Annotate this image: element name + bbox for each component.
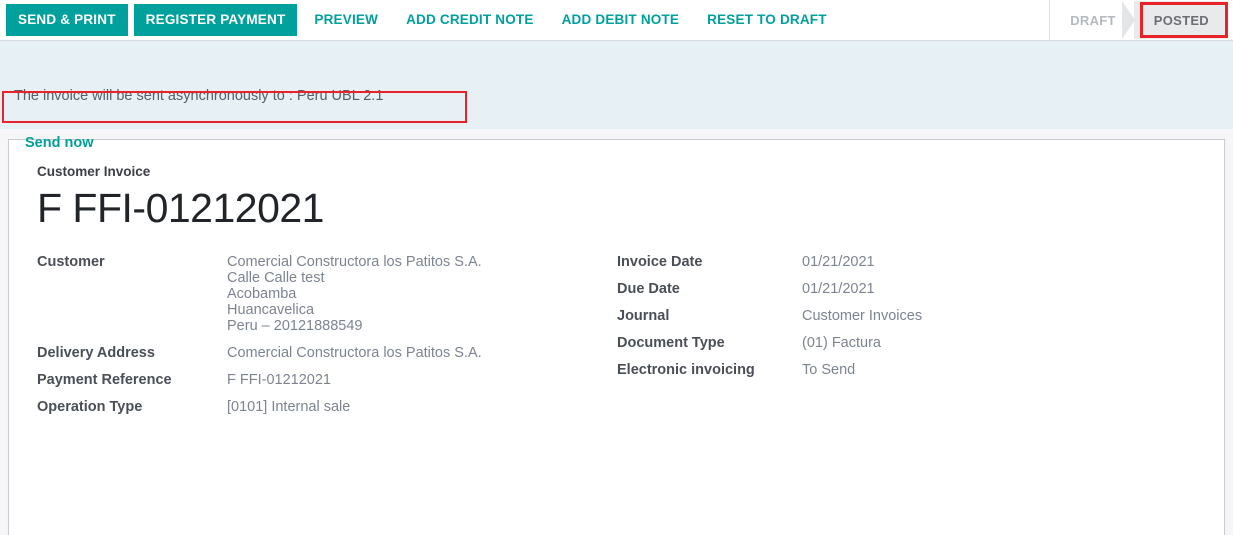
field-row-payment-reference: Payment Reference F FFI-01212021 — [37, 372, 482, 399]
field-row-due-date: Due Date 01/21/2021 — [617, 281, 922, 308]
invoice-sheet: Customer Invoice F FFI-01212021 Customer… — [8, 139, 1225, 535]
field-value-customer[interactable]: Comercial Constructora los Patitos S.A. … — [227, 254, 482, 345]
field-row-document-type: Document Type (01) Factura — [617, 335, 922, 362]
field-row-invoice-date: Invoice Date 01/21/2021 — [617, 254, 922, 281]
invoice-fields: Customer Comercial Constructora los Pati… — [31, 254, 1202, 426]
sheet-subtitle: Customer Invoice — [37, 164, 1202, 179]
field-row-electronic-invoicing: Electronic invoicing To Send — [617, 362, 922, 389]
send-and-print-button[interactable]: SEND & PRINT — [6, 4, 128, 36]
add-credit-note-button[interactable]: ADD CREDIT NOTE — [395, 4, 545, 36]
field-label-operation-type: Operation Type — [37, 399, 227, 426]
customer-address-street: Calle Calle test — [227, 270, 482, 286]
reset-to-draft-button[interactable]: RESET TO DRAFT — [696, 4, 838, 36]
add-debit-note-button[interactable]: ADD DEBIT NOTE — [551, 4, 691, 36]
field-label-journal: Journal — [617, 308, 802, 335]
status-item-posted-label: POSTED — [1154, 13, 1209, 28]
field-label-electronic-invoicing: Electronic invoicing — [617, 362, 802, 389]
banner-message: The invoice will be sent asynchronously … — [14, 88, 383, 104]
fields-column-right: Invoice Date 01/21/2021 Due Date 01/21/2… — [617, 254, 1177, 426]
field-value-operation-type[interactable]: [0101] Internal sale — [227, 399, 482, 426]
field-row-customer: Customer Comercial Constructora los Pati… — [37, 254, 482, 345]
status-bar: DRAFT POSTED — [1049, 0, 1233, 40]
field-label-document-type: Document Type — [617, 335, 802, 362]
control-panel: SEND & PRINT REGISTER PAYMENT PREVIEW AD… — [0, 0, 1233, 41]
status-item-draft[interactable]: DRAFT — [1050, 1, 1134, 39]
chevron-right-icon — [1122, 1, 1135, 39]
field-label-due-date: Due Date — [617, 281, 802, 308]
field-row-journal: Journal Customer Invoices — [617, 308, 922, 335]
field-label-delivery-address: Delivery Address — [37, 345, 227, 372]
field-value-electronic-invoicing: To Send — [802, 362, 922, 389]
field-label-customer: Customer — [37, 254, 227, 345]
fields-column-left: Customer Comercial Constructora los Pati… — [37, 254, 617, 426]
field-value-invoice-date[interactable]: 01/21/2021 — [802, 254, 922, 281]
customer-address-city: Acobamba — [227, 286, 482, 302]
field-value-payment-reference[interactable]: F FFI-01212021 — [227, 372, 482, 399]
preview-button[interactable]: PREVIEW — [303, 4, 389, 36]
field-value-delivery-address[interactable]: Comercial Constructora los Patitos S.A. — [227, 345, 482, 372]
page-title: F FFI-01212021 — [37, 185, 1202, 232]
customer-name-link[interactable]: Comercial Constructora los Patitos S.A. — [227, 254, 482, 270]
field-label-invoice-date: Invoice Date — [617, 254, 802, 281]
field-label-payment-reference: Payment Reference — [37, 372, 227, 399]
async-send-banner: The invoice will be sent asynchronously … — [0, 41, 1233, 129]
field-row-delivery-address: Delivery Address Comercial Constructora … — [37, 345, 482, 372]
field-value-journal[interactable]: Customer Invoices — [802, 308, 922, 335]
status-item-draft-label: DRAFT — [1070, 13, 1116, 28]
register-payment-button[interactable]: REGISTER PAYMENT — [134, 4, 298, 36]
sheet-background: Customer Invoice F FFI-01212021 Customer… — [0, 129, 1233, 535]
customer-address-state: Huancavelica — [227, 302, 482, 318]
send-now-link[interactable]: Send now — [25, 135, 93, 151]
toolbar-buttons: SEND & PRINT REGISTER PAYMENT PREVIEW AD… — [0, 0, 838, 40]
field-value-due-date[interactable]: 01/21/2021 — [802, 281, 922, 308]
field-row-operation-type: Operation Type [0101] Internal sale — [37, 399, 482, 426]
field-value-document-type[interactable]: (01) Factura — [802, 335, 922, 362]
status-bar-items: DRAFT POSTED — [1050, 1, 1227, 39]
customer-address-country-vat: Peru – 20121888549 — [227, 318, 482, 334]
status-item-posted[interactable]: POSTED — [1134, 1, 1227, 39]
